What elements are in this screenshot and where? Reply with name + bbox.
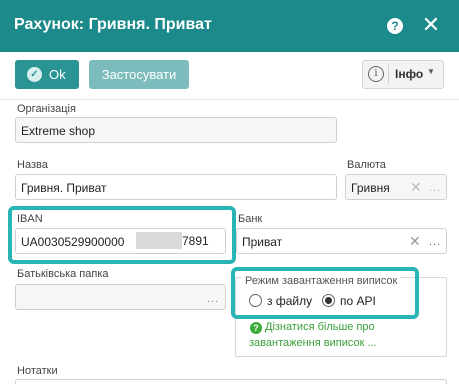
radio-api[interactable]: [322, 294, 335, 307]
radio-from-file-label[interactable]: з файлу: [267, 294, 312, 308]
bank-clear-icon[interactable]: ✕: [409, 234, 421, 248]
iban-value-start: UA0030529900000: [21, 235, 125, 249]
dialog-title: Рахунок: Гривня. Приват: [14, 16, 212, 33]
info-menu-button[interactable]: i Інфо ▼: [362, 60, 444, 89]
bank-label: Банк: [238, 213, 263, 225]
check-circle-icon: ✓: [27, 67, 42, 82]
apply-button[interactable]: Застосувати: [89, 60, 189, 89]
currency-browse-icon[interactable]: ...: [429, 182, 441, 194]
info-icon: i: [368, 66, 384, 82]
radio-api-label[interactable]: по API: [340, 294, 376, 308]
parent-folder-label: Батьківська папка: [17, 268, 109, 280]
bank-value: Приват: [242, 235, 283, 249]
bank-browse-icon[interactable]: ...: [429, 236, 441, 248]
close-icon[interactable]: ✕: [421, 12, 441, 38]
chevron-down-icon: ▼: [427, 67, 435, 76]
dialog-titlebar: Рахунок: Гривня. Приват ? ✕: [0, 0, 459, 52]
parent-folder-browse-icon[interactable]: ...: [207, 293, 219, 305]
question-circle-icon: ?: [250, 322, 262, 334]
dialog-toolbar: ✓ Ok Застосувати i Інфо ▼: [0, 52, 459, 100]
notes-label: Нотатки: [17, 365, 58, 377]
learn-more-line-2: завантаження виписок ...: [249, 337, 377, 349]
ok-button[interactable]: ✓ Ok: [15, 60, 79, 89]
iban-value-end: 7891: [182, 234, 209, 248]
currency-value: Гривня: [351, 181, 390, 195]
help-icon[interactable]: ?: [387, 18, 403, 34]
organization-label: Організація: [17, 103, 76, 115]
currency-label: Валюта: [347, 159, 386, 171]
learn-more-line-1: Дізнатися більше про: [265, 321, 375, 333]
learn-more-link[interactable]: Дізнатися більше про завантаження виписо…: [249, 319, 377, 351]
name-field[interactable]: Гривня. Приват: [15, 174, 337, 200]
radio-from-file[interactable]: [249, 294, 262, 307]
currency-clear-icon[interactable]: ✕: [410, 180, 422, 194]
info-button-label: Інфо: [395, 67, 424, 81]
iban-redacted: [136, 232, 182, 249]
ok-button-label: Ok: [49, 67, 66, 82]
organization-field[interactable]: Extreme shop: [15, 117, 337, 143]
name-label: Назва: [17, 159, 48, 171]
import-mode-legend: Режим завантаження виписок: [242, 275, 401, 287]
iban-label: IBAN: [17, 213, 43, 225]
notes-field[interactable]: [15, 379, 447, 384]
parent-folder-field[interactable]: [15, 284, 226, 310]
info-divider: [388, 65, 389, 84]
